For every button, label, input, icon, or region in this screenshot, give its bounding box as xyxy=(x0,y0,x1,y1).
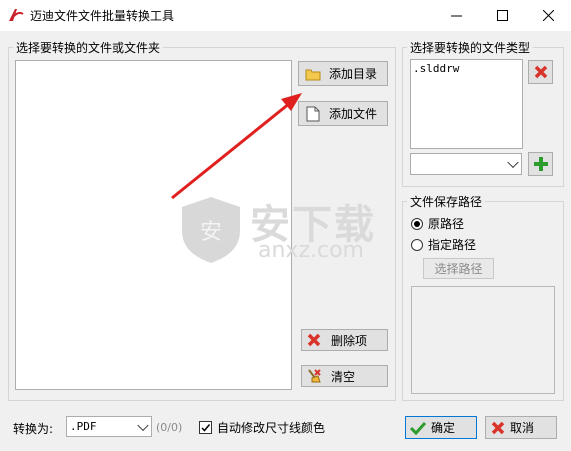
delete-icon xyxy=(534,65,547,79)
file-type-list[interactable]: .slddrw xyxy=(410,59,523,149)
save-path-legend: 文件保存路径 xyxy=(407,193,486,210)
format-value: .PDF xyxy=(70,420,97,433)
add-directory-button[interactable]: 添加目录 xyxy=(298,61,388,86)
remove-type-button[interactable] xyxy=(528,60,553,84)
plus-icon xyxy=(533,157,548,171)
cancel-button[interactable]: 取消 xyxy=(485,416,557,439)
auto-modify-label: 自动修改尺寸线颜色 xyxy=(217,421,326,435)
clear-label: 清空 xyxy=(331,369,356,384)
clear-broom-icon xyxy=(308,369,321,383)
file-type-legend: 选择要转换的文件类型 xyxy=(407,39,534,56)
clear-button[interactable]: 清空 xyxy=(301,365,388,387)
original-path-radio[interactable] xyxy=(411,217,423,230)
delete-item-label: 删除项 xyxy=(331,333,368,348)
ok-button[interactable]: 确定 xyxy=(405,416,477,439)
delete-icon xyxy=(491,421,505,434)
auto-modify-checkbox[interactable] xyxy=(199,421,212,434)
custom-path-label: 指定路径 xyxy=(428,238,477,252)
chevron-down-icon xyxy=(507,156,519,169)
chevron-down-icon xyxy=(137,419,149,431)
file-type-item[interactable]: .slddrw xyxy=(411,60,522,77)
original-path-label: 原路径 xyxy=(428,217,465,231)
folder-icon xyxy=(305,69,321,80)
choose-path-button[interactable]: 选择路径 xyxy=(423,258,494,279)
check-icon xyxy=(410,421,426,435)
file-icon xyxy=(306,106,320,121)
convert-to-label: 转换为: xyxy=(13,422,54,436)
cancel-label: 取消 xyxy=(510,421,535,435)
custom-path-radio[interactable] xyxy=(411,238,423,251)
ok-label: 确定 xyxy=(431,421,456,435)
custom-path-option[interactable]: 指定路径 xyxy=(411,236,476,253)
path-display-box xyxy=(411,286,555,394)
checkmark-icon xyxy=(201,424,211,432)
add-file-label: 添加文件 xyxy=(329,107,378,121)
delete-icon xyxy=(307,333,321,347)
add-directory-label: 添加目录 xyxy=(329,67,378,81)
add-type-button[interactable] xyxy=(528,152,553,176)
add-file-button[interactable]: 添加文件 xyxy=(298,101,388,126)
auto-modify-option[interactable]: 自动修改尺寸线颜色 xyxy=(199,419,325,436)
delete-item-button[interactable]: 删除项 xyxy=(301,329,388,351)
progress-count: (0/0) xyxy=(156,421,183,434)
choose-path-label: 选择路径 xyxy=(434,262,483,276)
original-path-option[interactable]: 原路径 xyxy=(411,215,464,232)
format-select[interactable]: .PDF xyxy=(66,416,152,437)
new-type-combo[interactable] xyxy=(410,153,522,175)
